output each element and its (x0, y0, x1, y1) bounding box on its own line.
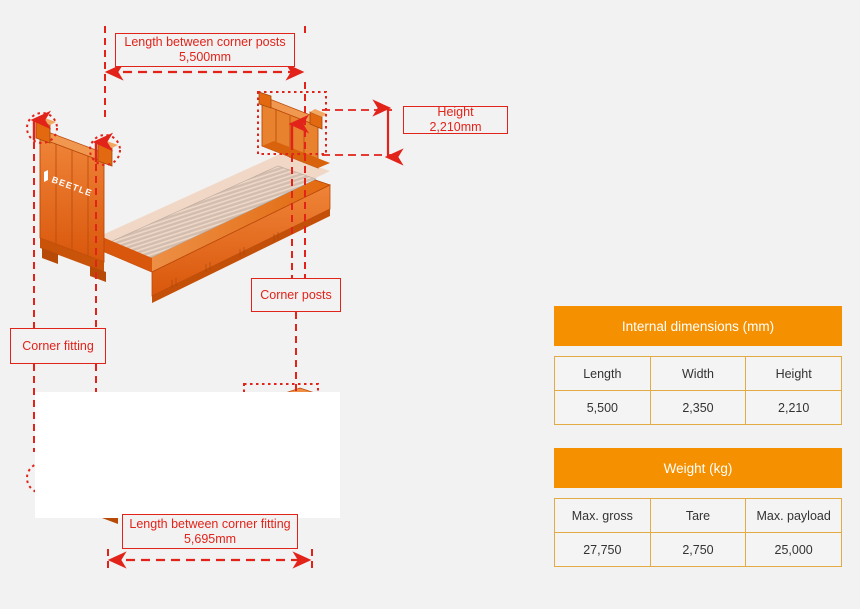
table-row: 27,750 2,750 25,000 (554, 532, 842, 567)
column-header-max-gross: Max. gross (554, 498, 651, 533)
value-max-payload: 25,000 (745, 532, 842, 567)
lower-view-backdrop (35, 392, 340, 518)
column-header-max-payload: Max. payload (745, 498, 842, 533)
table-row-header: Max. gross Tare Max. payload (554, 498, 842, 533)
value-height: 2,210 (745, 390, 842, 425)
diagram-canvas: BEETLE Length between corner posts 5,500… (0, 0, 860, 609)
column-header-length: Length (554, 356, 651, 391)
value-length: 5,500 (554, 390, 651, 425)
callout-length-between-corner-fitting: Length between corner fitting 5,695mm (122, 514, 298, 549)
column-header-tare: Tare (649, 498, 747, 533)
weight-header: Weight (kg) (554, 448, 842, 488)
internal-dimensions-block: Internal dimensions (mm) Length Width He… (554, 306, 842, 425)
callout-corner-fitting: Corner fitting (10, 328, 106, 364)
value-width: 2,350 (649, 390, 747, 425)
table-row-header: Length Width Height (554, 356, 842, 391)
internal-dimensions-table: Length Width Height 5,500 2,350 2,210 (554, 356, 842, 425)
column-header-width: Width (649, 356, 747, 391)
internal-dimensions-header: Internal dimensions (mm) (554, 306, 842, 346)
callout-length-between-corner-posts: Length between corner posts 5,500mm (115, 33, 295, 67)
callout-height: Height 2,210mm (403, 105, 508, 134)
value-max-gross: 27,750 (554, 532, 651, 567)
weight-table: Max. gross Tare Max. payload 27,750 2,75… (554, 498, 842, 567)
table-row: 5,500 2,350 2,210 (554, 390, 842, 425)
upper-container-illustration: BEETLE (35, 91, 332, 303)
callout-corner-posts: Corner posts (251, 278, 341, 312)
column-header-height: Height (745, 356, 842, 391)
value-tare: 2,750 (649, 532, 747, 567)
weight-block: Weight (kg) Max. gross Tare Max. payload… (554, 448, 842, 567)
